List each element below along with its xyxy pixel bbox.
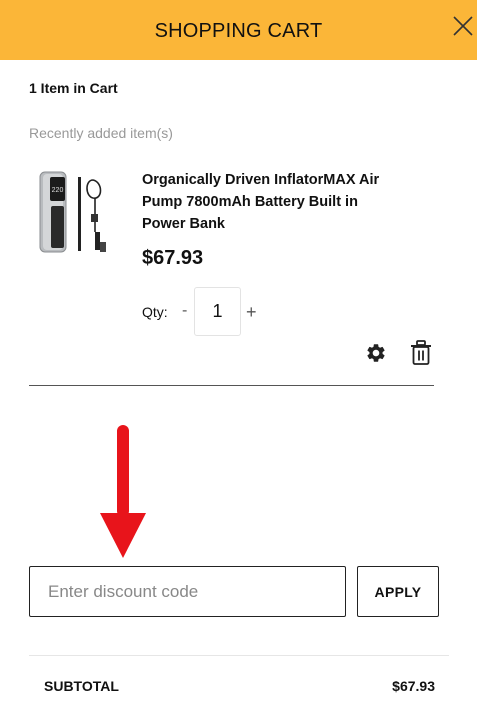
close-icon — [453, 16, 473, 36]
qty-input[interactable] — [194, 287, 241, 336]
summary-divider — [29, 655, 449, 656]
edit-item-button[interactable] — [365, 342, 387, 364]
recently-added-label: Recently added item(s) — [29, 125, 173, 141]
down-arrow-annotation — [100, 425, 146, 558]
subtotal-value: $67.93 — [392, 678, 435, 694]
annotation-arrow — [98, 425, 148, 559]
gear-icon — [367, 344, 385, 362]
qty-increase-button[interactable]: + — [246, 302, 257, 323]
cart-header: SHOPPING CART — [0, 0, 477, 60]
cart-item-count: 1 Item in Cart — [29, 80, 118, 96]
trash-icon — [411, 340, 431, 365]
cart-title: SHOPPING CART — [154, 20, 323, 42]
qty-label: Qty: — [142, 304, 168, 320]
air-pump-product-image: 220 — [39, 171, 106, 253]
remove-item-button[interactable] — [409, 340, 433, 366]
qty-decrease-button[interactable]: - — [182, 302, 192, 320]
item-divider — [29, 385, 434, 386]
apply-discount-button[interactable]: APPLY — [357, 566, 439, 617]
product-name-link[interactable]: Organically Driven InflatorMAX Air Pump … — [142, 169, 402, 235]
product-price: $67.93 — [142, 247, 204, 269]
discount-code-input[interactable] — [29, 566, 346, 617]
close-button[interactable] — [449, 12, 477, 40]
pump-display-reading: 220 — [52, 187, 64, 194]
product-thumbnail[interactable]: 220 — [33, 168, 113, 258]
subtotal-label: SUBTOTAL — [44, 678, 119, 694]
